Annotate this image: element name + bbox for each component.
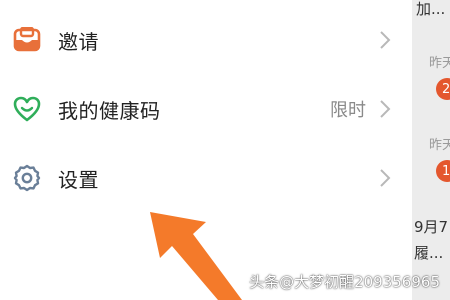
menu-item-health-code[interactable]: 我的健康码 限时 xyxy=(0,74,412,144)
chevron-right-icon xyxy=(380,169,391,187)
health-heart-icon xyxy=(12,94,42,124)
menu-item-label: 邀请 xyxy=(58,29,99,54)
menu-item-invite[interactable]: 邀请 xyxy=(0,5,412,75)
bg-time: 昨天 xyxy=(429,56,450,71)
bg-date: 9月7日 xyxy=(414,218,450,236)
unread-badge: 1 xyxy=(436,160,450,182)
menu-item-settings[interactable]: 设置 xyxy=(0,143,412,213)
limited-time-tag: 限时 xyxy=(330,100,366,121)
unread-badge: 2 xyxy=(436,78,450,100)
watermark: 头条@大梦初醒209356965 xyxy=(249,273,440,291)
bg-time: 昨天 xyxy=(429,138,450,153)
menu-item-label: 我的健康码 xyxy=(58,98,161,123)
menu-item-label: 设置 xyxy=(58,167,99,192)
chevron-right-icon xyxy=(380,100,391,118)
side-menu-panel: 邀请 我的健康码 限时 设置 xyxy=(0,0,412,300)
invite-icon xyxy=(12,25,42,55)
bg-text: 履... xyxy=(414,244,444,262)
gear-icon xyxy=(12,163,42,193)
bg-text: 加... xyxy=(416,0,446,18)
chevron-right-icon xyxy=(380,31,391,49)
background-chat-list: 加... 昨天 2 昨天 1 9月7日 履... xyxy=(412,0,450,300)
